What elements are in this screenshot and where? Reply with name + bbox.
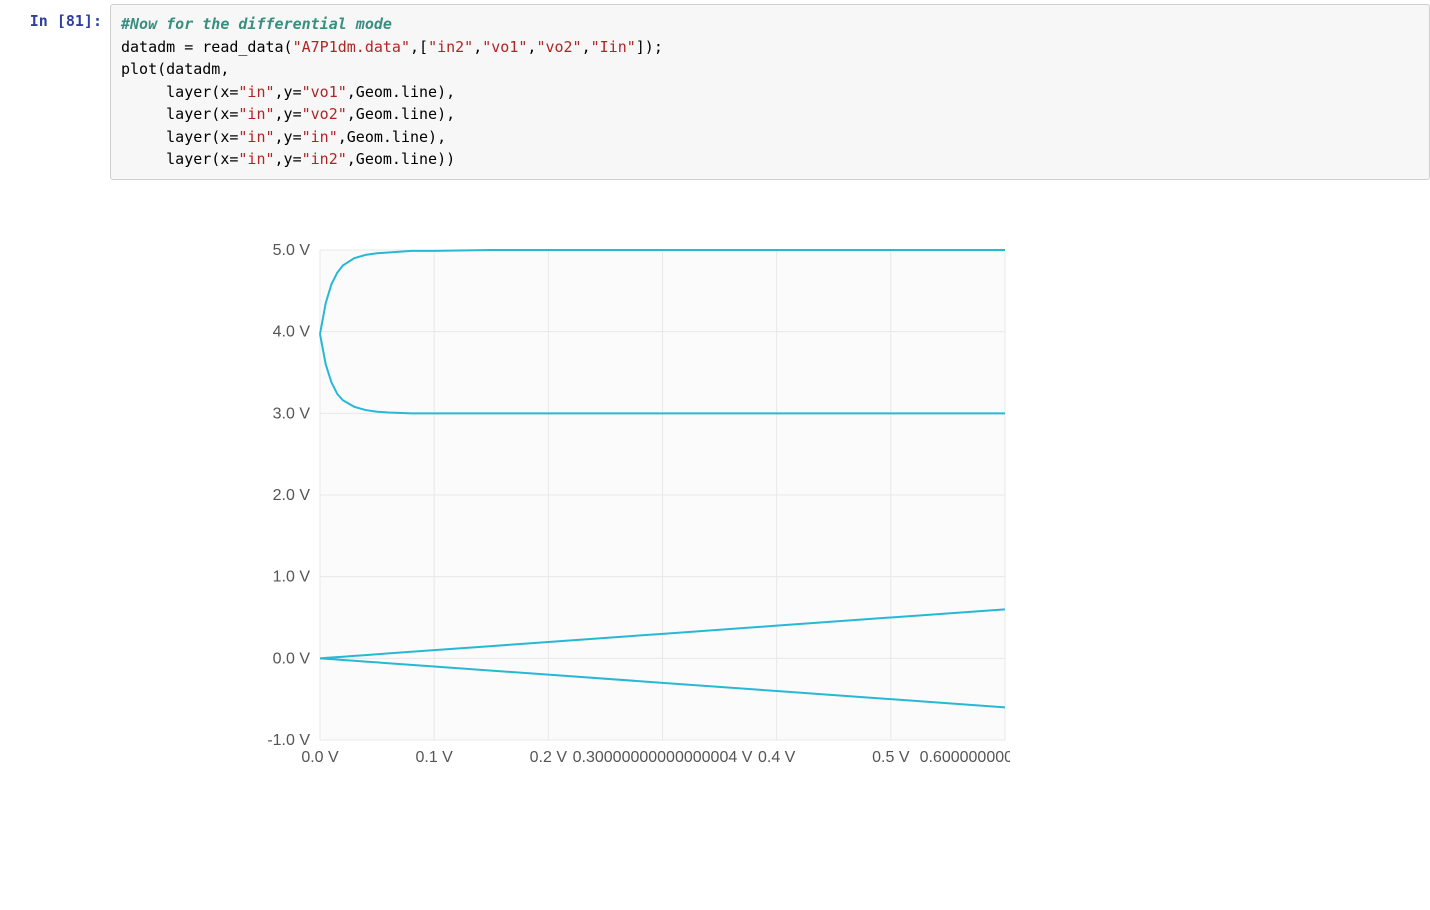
x-tick-label: 0.6000000000000001 V <box>920 749 1010 766</box>
x-tick-label: 0.30000000000000004 V <box>573 749 753 766</box>
y-tick-label: 3.0 V <box>273 405 311 422</box>
y-tick-label: -1.0 V <box>267 732 310 749</box>
line-chart: -1.0 V0.0 V1.0 V2.0 V3.0 V4.0 V5.0 V0.0 … <box>250 240 1010 780</box>
y-tick-label: 5.0 V <box>273 242 311 259</box>
cell-prompt: In [81]: <box>0 4 110 180</box>
code-comment: #Now for the differential mode <box>121 15 392 33</box>
x-tick-label: 0.5 V <box>872 749 910 766</box>
output-prompt <box>0 180 110 800</box>
y-tick-label: 4.0 V <box>273 323 311 340</box>
code-input[interactable]: #Now for the differential mode datadm = … <box>110 4 1430 180</box>
plot-output: -1.0 V0.0 V1.0 V2.0 V3.0 V4.0 V5.0 V0.0 … <box>110 180 1430 800</box>
x-tick-label: 0.0 V <box>301 749 339 766</box>
y-tick-label: 0.0 V <box>273 650 311 667</box>
x-tick-label: 0.2 V <box>530 749 568 766</box>
chart-svg: -1.0 V0.0 V1.0 V2.0 V3.0 V4.0 V5.0 V0.0 … <box>250 240 1010 780</box>
x-tick-label: 0.1 V <box>415 749 453 766</box>
output-cell: -1.0 V0.0 V1.0 V2.0 V3.0 V4.0 V5.0 V0.0 … <box>0 180 1430 800</box>
y-tick-label: 1.0 V <box>273 568 311 585</box>
x-tick-label: 0.4 V <box>758 749 796 766</box>
input-cell: In [81]: #Now for the differential mode … <box>0 0 1430 180</box>
y-tick-label: 2.0 V <box>273 487 311 504</box>
